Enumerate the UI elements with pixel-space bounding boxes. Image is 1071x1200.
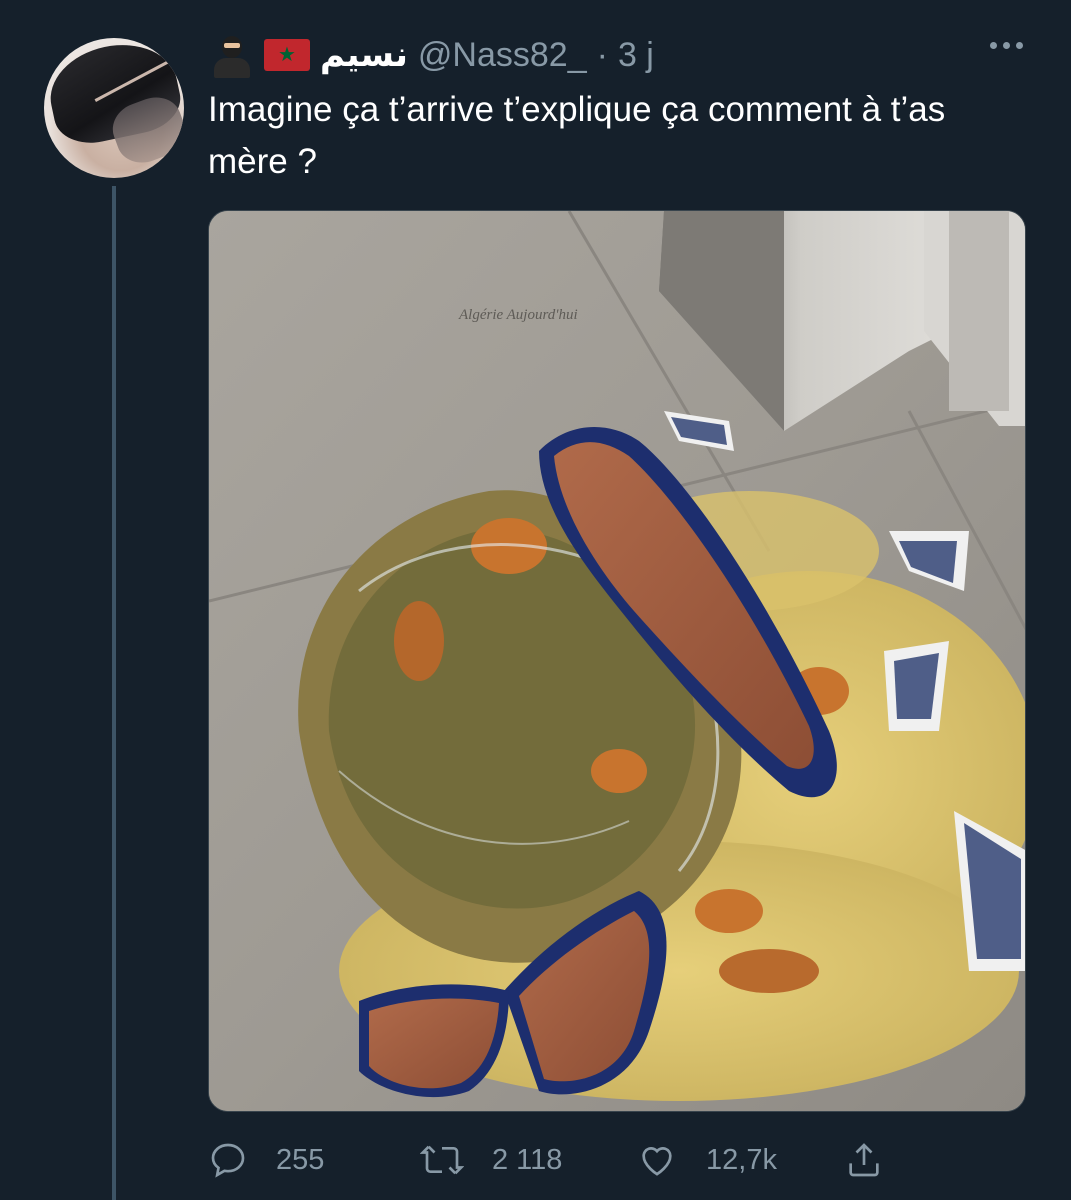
thread-line [112,186,116,1200]
reply-icon [211,1143,245,1178]
retweet-count: 2 118 [492,1143,563,1176]
display-name[interactable]: نسيم [320,35,408,75]
tweet-timestamp[interactable]: 3 j [618,36,654,75]
reply-button[interactable]: 255 [208,1130,324,1190]
like-button[interactable]: 12,7k [636,1130,777,1190]
separator-dot: · [596,35,608,74]
share-icon [849,1143,879,1177]
more-options-icon[interactable] [990,42,1023,49]
tweet-actions: 255 2 118 12,7k [208,1130,908,1190]
svg-text:Algérie Aujourd'hui: Algérie Aujourd'hui [458,307,578,323]
user-handle[interactable]: @Nass82_ [418,36,587,75]
share-button[interactable] [844,1130,884,1190]
morocco-flag-icon: ★ [264,39,310,71]
tweet-header: ★ نسيم @Nass82_ · 3 j [208,30,654,80]
retweet-button[interactable]: 2 118 [420,1130,562,1190]
tweet[interactable]: ★ نسيم @Nass82_ · 3 j Imagine ça t’arriv… [0,0,1071,1200]
retweet-icon [420,1145,464,1175]
like-count: 12,7k [706,1143,777,1176]
tweet-text: Imagine ça t’arrive t’explique ça commen… [208,90,946,181]
reply-count: 255 [276,1143,325,1176]
heart-icon [642,1147,672,1176]
ninja-icon [208,32,254,78]
tweet-image[interactable]: Algérie Aujourd'hui [208,210,1026,1112]
broken-tagine-photo: Algérie Aujourd'hui [209,211,1025,1111]
avatar[interactable] [44,38,184,178]
